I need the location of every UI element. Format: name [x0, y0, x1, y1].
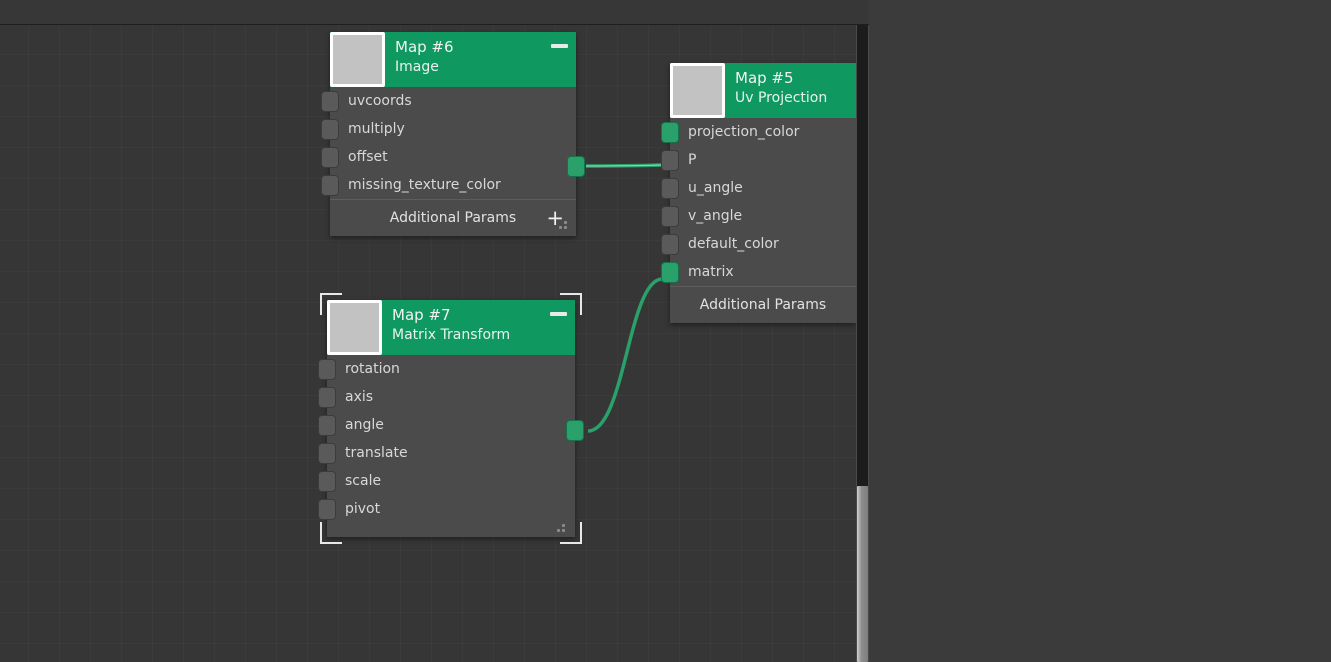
node-map6-title: Map #6	[395, 38, 454, 56]
port-projection-color[interactable]	[661, 122, 679, 143]
node-map5-additional-params[interactable]: Additional Params	[670, 286, 856, 323]
node-map6-collapse-icon[interactable]	[551, 44, 568, 48]
port-multiply[interactable]	[321, 119, 339, 140]
port-label: matrix	[688, 264, 734, 280]
node-port-row[interactable]: offset	[321, 143, 576, 171]
port-label: pivot	[345, 501, 381, 517]
node-map5[interactable]: Map #5 Uv Projection projection_color P …	[661, 63, 856, 323]
node-map5-subtitle: Uv Projection	[735, 90, 828, 106]
node-map7-subtitle: Matrix Transform	[392, 327, 511, 343]
port-label: missing_texture_color	[348, 177, 501, 193]
node-map7-titles: Map #7 Matrix Transform	[392, 305, 545, 346]
node-map7[interactable]: Map #7 Matrix Transform rotation axis an…	[318, 293, 584, 544]
node-port-row[interactable]: v_angle	[661, 202, 856, 230]
port-v-angle[interactable]	[661, 206, 679, 227]
port-label: projection_color	[688, 124, 800, 140]
node-map5-additional-params-label: Additional Params	[699, 297, 827, 313]
node-map5-thumbnail[interactable]	[670, 63, 725, 118]
canvas-vertical-scrollbar-thumb[interactable]	[857, 486, 868, 662]
port-label: P	[688, 152, 697, 168]
node-graph-canvas[interactable]: Map #6 Image uvcoords multiply offset mi…	[0, 25, 856, 662]
node-map7-collapse-icon[interactable]	[550, 312, 567, 316]
node-map6-inputs: uvcoords multiply offset missing_texture…	[321, 87, 576, 199]
node-resize-grip[interactable]	[559, 220, 571, 232]
node-map7-thumbnail[interactable]	[327, 300, 382, 355]
node-port-row[interactable]: default_color	[661, 230, 856, 258]
port-offset[interactable]	[321, 147, 339, 168]
port-p[interactable]	[661, 150, 679, 171]
node-map6-header[interactable]: Map #6 Image	[330, 32, 576, 87]
top-toolbar-strip	[0, 0, 870, 24]
node-map5-title: Map #5	[735, 69, 794, 87]
port-rotation[interactable]	[318, 359, 336, 380]
node-map6-subtitle: Image	[395, 59, 439, 75]
node-port-row[interactable]: P	[661, 146, 856, 174]
port-pivot[interactable]	[318, 499, 336, 520]
node-resize-grip[interactable]	[557, 523, 569, 535]
port-label: angle	[345, 417, 384, 433]
node-port-row[interactable]: multiply	[321, 115, 576, 143]
node-map7-header[interactable]: Map #7 Matrix Transform	[327, 300, 575, 355]
selection-bracket-bottom-left	[320, 522, 342, 544]
port-u-angle[interactable]	[661, 178, 679, 199]
port-label: u_angle	[688, 180, 743, 196]
port-scale[interactable]	[318, 471, 336, 492]
node-port-row[interactable]: missing_texture_color	[321, 171, 576, 199]
node-port-row[interactable]: u_angle	[661, 174, 856, 202]
port-label: rotation	[345, 361, 400, 377]
port-label: default_color	[688, 236, 779, 252]
node-map5-header[interactable]: Map #5 Uv Projection	[670, 63, 856, 118]
port-label: axis	[345, 389, 374, 405]
node-port-row[interactable]: projection_color	[661, 118, 856, 146]
node-map7-title: Map #7	[392, 306, 451, 324]
properties-panel: Map #7 Parameters Warning. 'Matrix Trans…	[869, 0, 1331, 662]
port-translate[interactable]	[318, 443, 336, 464]
port-label: translate	[345, 445, 408, 461]
node-port-row[interactable]: axis	[318, 383, 575, 411]
node-port-row[interactable]: rotation	[318, 355, 575, 383]
port-matrix[interactable]	[661, 262, 679, 283]
node-map6-thumbnail[interactable]	[330, 32, 385, 87]
port-map6-output[interactable]	[567, 156, 585, 177]
port-label: offset	[348, 149, 388, 165]
node-map6-additional-params-label: Additional Params	[389, 210, 517, 226]
port-label: multiply	[348, 121, 405, 137]
port-angle[interactable]	[318, 415, 336, 436]
node-port-row[interactable]: scale	[318, 467, 575, 495]
port-label: scale	[345, 473, 382, 489]
node-port-row[interactable]: translate	[318, 439, 575, 467]
node-port-row[interactable]: pivot	[318, 495, 575, 523]
node-map5-inputs: projection_color P u_angle v_angle defau…	[661, 118, 856, 286]
port-missing-texture-color[interactable]	[321, 175, 339, 196]
port-label: uvcoords	[348, 93, 412, 109]
node-map5-titles: Map #5 Uv Projection	[735, 68, 828, 109]
port-uvcoords[interactable]	[321, 91, 339, 112]
port-label: v_angle	[688, 208, 743, 224]
port-axis[interactable]	[318, 387, 336, 408]
node-map6-titles: Map #6 Image	[395, 37, 546, 78]
port-map7-output[interactable]	[566, 420, 584, 441]
node-map7-inputs: rotation axis angle translate scale pivo…	[318, 355, 575, 537]
port-default-color[interactable]	[661, 234, 679, 255]
node-port-row[interactable]: angle	[318, 411, 575, 439]
node-map6[interactable]: Map #6 Image uvcoords multiply offset mi…	[321, 32, 585, 236]
node-map6-additional-params[interactable]: Additional Params +	[330, 199, 576, 236]
node-port-row[interactable]: uvcoords	[321, 87, 576, 115]
node-port-row[interactable]: matrix	[661, 258, 856, 286]
